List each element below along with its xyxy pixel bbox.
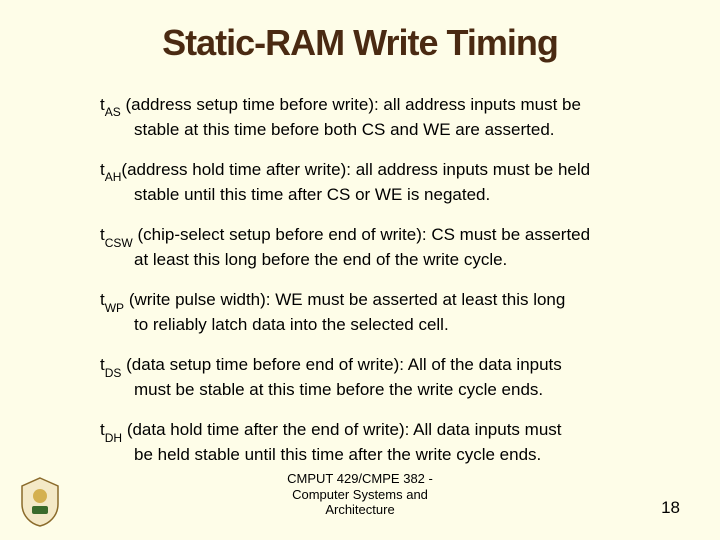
param-desc-first: All data inputs must (409, 420, 561, 439)
param-twp: tWP (write pulse width): WE must be asse… (100, 289, 660, 336)
footer-line2: Computer Systems and (292, 487, 428, 502)
param-label: (data setup time before end of write): (126, 355, 404, 374)
param-tds: tDS (data setup time before end of write… (100, 354, 660, 401)
symbol: tAH (100, 160, 121, 179)
param-tah: tAH(address hold time after write): all … (100, 159, 660, 206)
subscript: CSW (105, 236, 133, 250)
param-label: (chip-select setup before end of write): (137, 225, 426, 244)
page-number: 18 (661, 498, 680, 518)
symbol: tCSW (100, 225, 133, 244)
symbol: tWP (100, 290, 124, 309)
param-label: (address setup time before write): (125, 95, 378, 114)
param-desc-first: CS must be asserted (427, 225, 590, 244)
symbol: tDS (100, 355, 121, 374)
footer-line3: Architecture (325, 502, 394, 517)
param-desc-rest: to reliably latch data into the selected… (100, 314, 660, 336)
param-desc-rest: must be stable at this time before the w… (100, 379, 660, 401)
param-tdh: tDH (data hold time after the end of wri… (100, 419, 660, 466)
param-label: (write pulse width): (129, 290, 271, 309)
param-desc-rest: stable until this time after CS or WE is… (100, 184, 660, 206)
param-desc-first: All of the data inputs (404, 355, 562, 374)
footer-line1: CMPUT 429/CMPE 382 - (287, 471, 433, 486)
subscript: AH (105, 170, 122, 184)
param-tas: tAS (address setup time before write): a… (100, 94, 660, 141)
subscript: DS (105, 366, 122, 380)
slide: Static-RAM Write Timing tAS (address set… (0, 0, 720, 540)
symbol: tAS (100, 95, 121, 114)
param-desc-first: WE must be asserted at least this long (271, 290, 566, 309)
symbol: tDH (100, 420, 122, 439)
param-desc-rest: at least this long before the end of the… (100, 249, 660, 271)
page-title: Static-RAM Write Timing (60, 22, 660, 64)
param-label: (address hold time after write): (121, 160, 351, 179)
parameter-list: tAS (address setup time before write): a… (60, 94, 660, 466)
subscript: AS (105, 105, 121, 119)
footer-text: CMPUT 429/CMPE 382 - Computer Systems an… (0, 471, 720, 518)
subscript: DH (105, 431, 122, 445)
param-desc-rest: be held stable until this time after the… (100, 444, 660, 466)
param-tcsw: tCSW (chip-select setup before end of wr… (100, 224, 660, 271)
subscript: WP (105, 301, 124, 315)
param-desc-first: all address inputs must be (379, 95, 581, 114)
param-desc-rest: stable at this time before both CS and W… (100, 119, 660, 141)
param-label: (data hold time after the end of write): (127, 420, 410, 439)
param-desc-first: all address inputs must be held (351, 160, 590, 179)
